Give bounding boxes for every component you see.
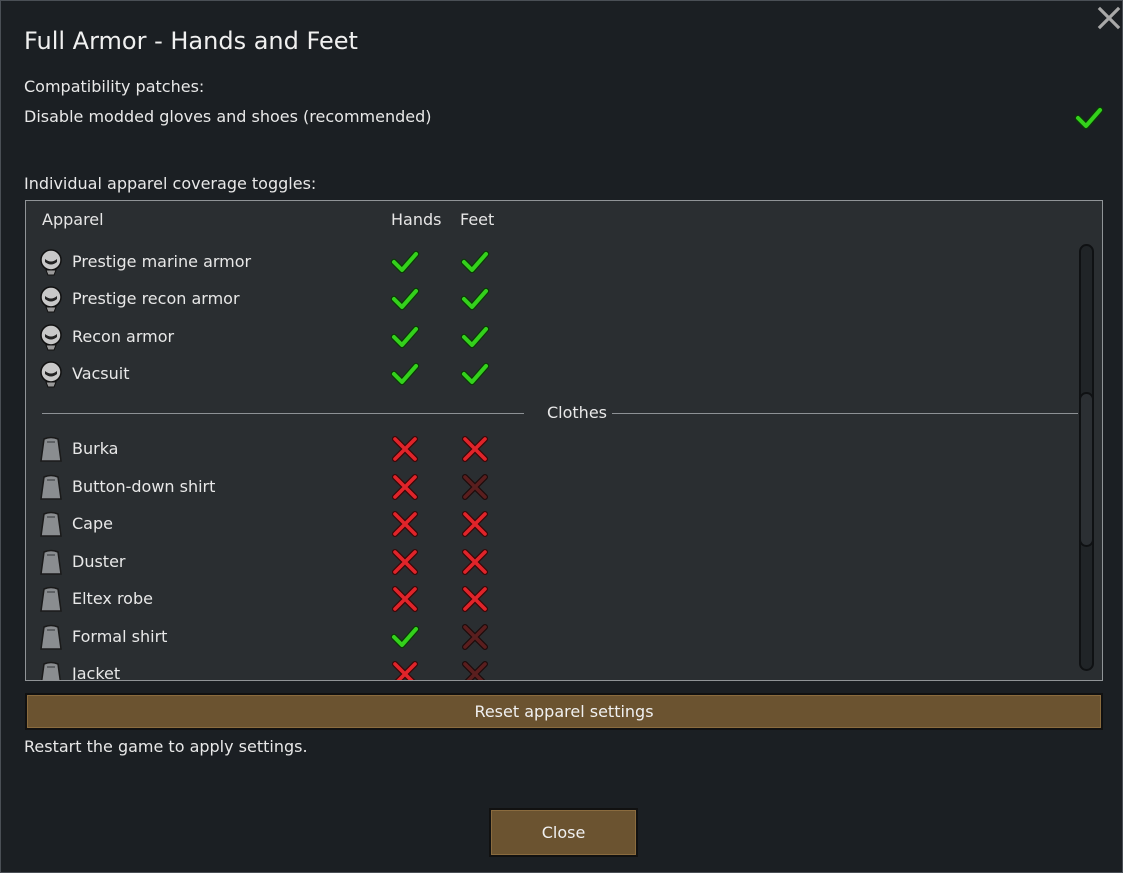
feet-toggle-check-icon[interactable] [460, 247, 490, 277]
apparel-row: Formal shirt [26, 619, 1076, 656]
apparel-row: Jacket [26, 656, 1076, 681]
hands-toggle-cross-icon[interactable] [390, 509, 420, 539]
hands-toggle-cross-icon[interactable] [390, 547, 420, 577]
apparel-row: Prestige marine armor [26, 244, 1076, 281]
prestige-marine-armor-apparel-icon [40, 249, 62, 276]
clothes-separator: Clothes [42, 401, 1078, 425]
hands-toggle-check-icon[interactable] [390, 359, 420, 389]
scrollbar-thumb[interactable] [1079, 392, 1094, 547]
apparel-name: Button-down shirt [72, 477, 216, 496]
compat-option-label[interactable]: Disable modded gloves and shoes (recomme… [24, 107, 432, 126]
jacket-apparel-icon [41, 661, 61, 680]
hands-toggle-cross-icon[interactable] [390, 434, 420, 464]
apparel-row: Recon armor [26, 319, 1076, 356]
apparel-name: Formal shirt [72, 627, 168, 646]
hands-toggle-cross-icon[interactable] [390, 472, 420, 502]
burka-apparel-icon [40, 436, 62, 462]
compat-checkbox-check-icon[interactable] [1074, 103, 1104, 133]
apparel-row: Prestige recon armor [26, 281, 1076, 318]
reset-apparel-button[interactable]: Reset apparel settings [25, 693, 1103, 730]
apparel-list-panel: Apparel Hands Feet Prestige marine armor… [25, 200, 1103, 681]
feet-toggle-check-icon[interactable] [460, 322, 490, 352]
feet-toggle-cross-icon[interactable] [460, 434, 490, 464]
duster-apparel-icon [40, 549, 62, 575]
eltex-robe-apparel-icon [40, 586, 62, 612]
apparel-name: Eltex robe [72, 589, 153, 608]
apparel-name: Burka [72, 439, 119, 458]
feet-toggle-cross-icon[interactable] [460, 547, 490, 577]
apparel-name: Prestige recon armor [72, 289, 240, 308]
vacsuit-apparel-icon [40, 361, 62, 388]
feet-toggle-cross-icon[interactable] [460, 659, 490, 681]
apparel-name: Recon armor [72, 327, 175, 346]
mod-settings-dialog: Full Armor - Hands and Feet Compatibilit… [0, 0, 1123, 873]
apparel-row: Eltex robe [26, 581, 1076, 618]
hands-toggle-cross-icon[interactable] [390, 659, 420, 681]
apparel-name: Prestige marine armor [72, 252, 252, 271]
apparel-row: Button-down shirt [26, 469, 1076, 506]
restart-note: Restart the game to apply settings. [24, 737, 308, 756]
hands-toggle-check-icon[interactable] [390, 284, 420, 314]
dialog-title: Full Armor - Hands and Feet [24, 27, 358, 55]
apparel-row: Cape [26, 506, 1076, 543]
button-down-shirt-apparel-icon [40, 474, 62, 500]
compat-heading: Compatibility patches: [24, 77, 205, 96]
hands-toggle-cross-icon[interactable] [390, 584, 420, 614]
feet-toggle-cross-icon[interactable] [460, 509, 490, 539]
separator-line-right [612, 413, 1078, 414]
apparel-row: Burka [26, 431, 1076, 468]
feet-toggle-cross-icon[interactable] [460, 622, 490, 652]
apparel-name: Vacsuit [72, 364, 130, 383]
apparel-row: Duster [26, 544, 1076, 581]
apparel-row: Vacsuit [26, 356, 1076, 393]
separator-line-left [42, 413, 524, 414]
separator-label: Clothes [547, 403, 607, 422]
toggles-heading: Individual apparel coverage toggles: [24, 174, 317, 193]
close-x-icon[interactable] [1096, 5, 1122, 31]
feet-toggle-cross-icon[interactable] [460, 584, 490, 614]
close-button[interactable]: Close [489, 808, 638, 857]
prestige-recon-armor-apparel-icon [40, 286, 62, 313]
apparel-name: Jacket [72, 664, 121, 681]
apparel-name: Duster [72, 552, 126, 571]
feet-toggle-check-icon[interactable] [460, 284, 490, 314]
formal-shirt-apparel-icon [40, 624, 62, 650]
feet-toggle-check-icon[interactable] [460, 359, 490, 389]
cape-apparel-icon [40, 511, 62, 537]
hands-toggle-check-icon[interactable] [390, 247, 420, 277]
recon-armor-apparel-icon [40, 324, 62, 351]
feet-toggle-cross-icon[interactable] [460, 472, 490, 502]
apparel-rows: Prestige marine armor Prestige recon armo… [26, 201, 1076, 680]
hands-toggle-check-icon[interactable] [390, 322, 420, 352]
apparel-name: Cape [72, 514, 113, 533]
hands-toggle-check-icon[interactable] [390, 622, 420, 652]
